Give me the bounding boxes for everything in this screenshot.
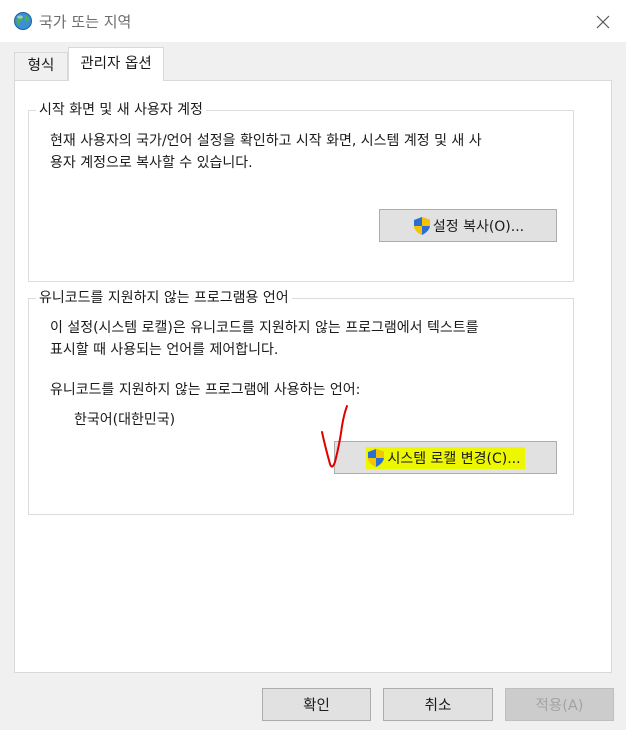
close-icon — [596, 15, 610, 29]
change-system-locale-label: 시스템 로캘 변경(C)... — [387, 450, 521, 467]
highlight-marker: 시스템 로캘 변경(C)... — [366, 446, 525, 469]
current-language-value: 한국어(대한민국) — [74, 412, 176, 428]
description-line: 용자 계정으로 복사할 수 있습니다. — [50, 155, 253, 171]
current-language-label: 유니코드를 지원하지 않는 프로그램에 사용하는 언어: — [50, 382, 361, 398]
description-line: 현재 사용자의 국가/언어 설정을 확인하고 시작 화면, 시스템 계정 및 새… — [50, 133, 482, 149]
close-button[interactable] — [588, 8, 618, 36]
cancel-button[interactable]: 취소 — [383, 688, 493, 721]
uac-shield-icon — [413, 216, 430, 235]
change-system-locale-button[interactable]: 시스템 로캘 변경(C)... — [334, 441, 557, 474]
welcome-screen-group: 시작 화면 및 새 사용자 계정 현재 사용자의 국가/언어 설정을 확인하고 … — [28, 101, 574, 282]
group-title: 시작 화면 및 새 사용자 계정 — [36, 101, 206, 119]
uac-shield-icon — [368, 448, 385, 467]
tab-administrative[interactable]: 관리자 옵션 — [68, 47, 164, 81]
title-bar: 국가 또는 지역 — [0, 0, 626, 42]
unicode-language-group: 유니코드를 지원하지 않는 프로그램용 언어 이 설정(시스템 로캘)은 유니코… — [28, 289, 574, 515]
description-line: 표시할 때 사용되는 언어를 제어합니다. — [50, 342, 279, 358]
globe-icon — [13, 11, 33, 31]
tab-formats[interactable]: 형식 — [14, 52, 68, 80]
ok-button[interactable]: 확인 — [262, 688, 371, 721]
copy-settings-button[interactable]: 설정 복사(O)... — [379, 209, 557, 242]
annotation-checkmark — [321, 405, 348, 468]
tab-panel: 시작 화면 및 새 사용자 계정 현재 사용자의 국가/언어 설정을 확인하고 … — [14, 80, 612, 673]
description-line: 이 설정(시스템 로캘)은 유니코드를 지원하지 않는 프로그램에서 텍스트를 — [50, 320, 479, 336]
copy-settings-label: 설정 복사(O)... — [432, 218, 525, 235]
group-title: 유니코드를 지원하지 않는 프로그램용 언어 — [36, 289, 292, 307]
apply-button[interactable]: 적용(A) — [505, 688, 614, 721]
window-title: 국가 또는 지역 — [39, 13, 132, 31]
